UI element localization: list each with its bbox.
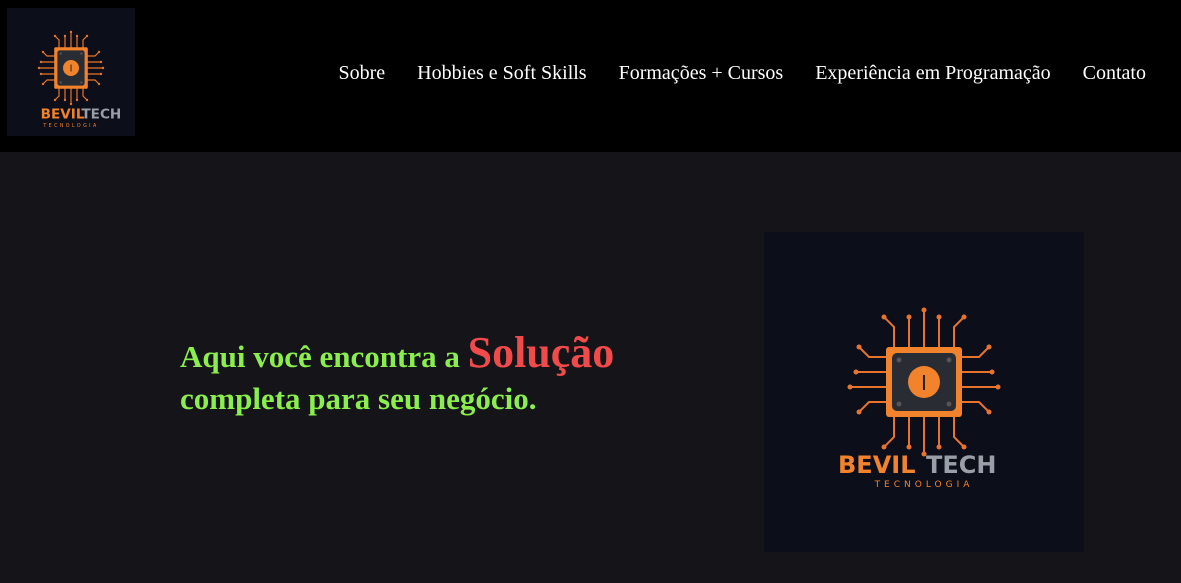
chip-logo-icon: I BEVIL TECH TECNOLOGIA xyxy=(7,8,135,136)
hero-headline: Aqui você encontra a Solução completa pa… xyxy=(180,331,700,420)
hero-logo-image: I BEVIL TECH TECNOLOGIA xyxy=(764,232,1084,552)
svg-text:TECNOLOGIA: TECNOLOGIA xyxy=(42,123,98,129)
nav-link-contato[interactable]: Contato xyxy=(1083,60,1146,86)
svg-text:BEVIL: BEVIL xyxy=(838,451,915,479)
svg-text:TECH: TECH xyxy=(926,451,996,479)
nav-link-sobre[interactable]: Sobre xyxy=(338,60,385,86)
nav-link-formacoes[interactable]: Formações + Cursos xyxy=(619,60,784,86)
svg-text:I: I xyxy=(921,371,927,395)
svg-text:TECNOLOGIA: TECNOLOGIA xyxy=(874,480,974,490)
hero-highlight-word: Solução xyxy=(467,328,615,377)
svg-text:BEVIL: BEVIL xyxy=(41,106,85,122)
svg-text:I: I xyxy=(70,64,73,75)
site-header: I BEVIL TECH TECNOLOGIA Sobre Hobbies e … xyxy=(0,0,1181,152)
nav-link-hobbies[interactable]: Hobbies e Soft Skills xyxy=(417,60,586,86)
hero-line2: completa para seu negócio. xyxy=(180,381,537,416)
chip-logo-icon: I BEVIL TECH TECNOLOGIA xyxy=(764,232,1084,552)
nav-link-experiencia[interactable]: Experiência em Programação xyxy=(815,60,1050,86)
hero-line1-prefix: Aqui você encontra a xyxy=(180,339,468,374)
svg-text:TECH: TECH xyxy=(81,106,121,122)
main-nav: Sobre Hobbies e Soft Skills Formações + … xyxy=(338,60,1146,86)
brand-logo[interactable]: I BEVIL TECH TECNOLOGIA xyxy=(7,8,135,136)
